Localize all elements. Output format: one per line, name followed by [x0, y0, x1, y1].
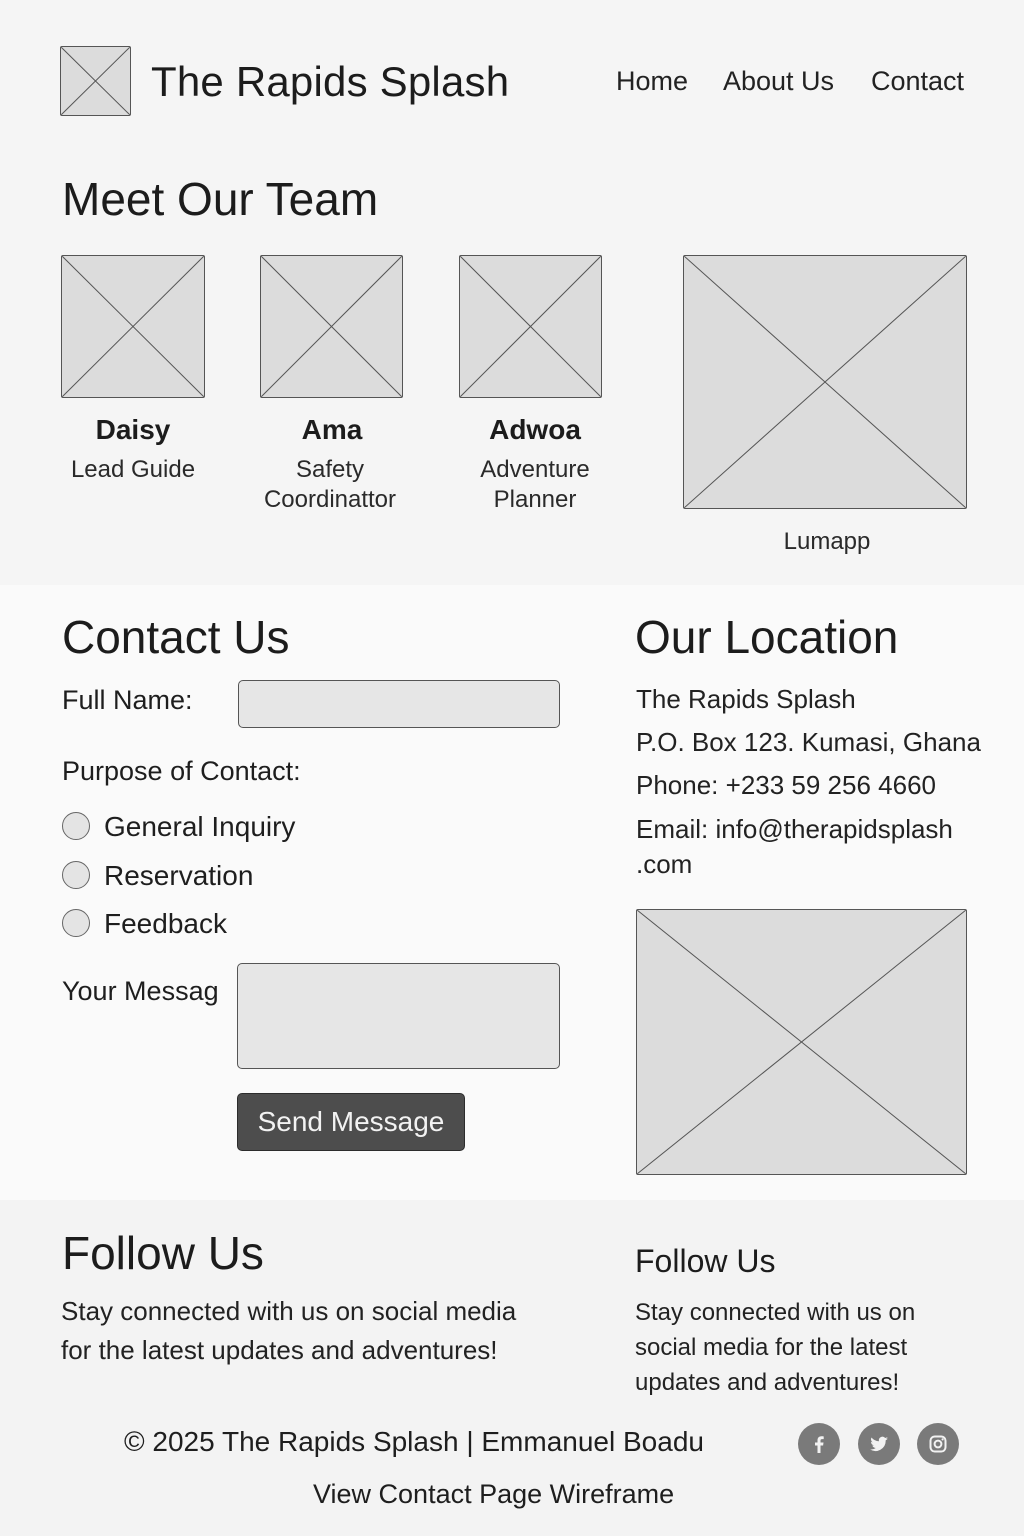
member-name-daisy: Daisy [95, 414, 171, 445]
follow-text-line2: for the latest updates and adventures! [61, 1335, 498, 1365]
send-message-button[interactable]: Send Message [237, 1093, 465, 1151]
radio-feedback[interactable] [62, 909, 90, 937]
twitter-icon[interactable] [858, 1423, 900, 1465]
nav-home[interactable]: Home [616, 66, 688, 97]
radio-label-reservation: Reservation [104, 860, 254, 891]
view-wireframe-link[interactable]: View Contact Page Wireframe [313, 1479, 674, 1510]
logo-image [60, 46, 131, 116]
facebook-icon[interactable] [798, 1423, 840, 1465]
radio-general-inquiry[interactable] [62, 812, 90, 840]
team-photo-daisy [61, 255, 205, 398]
instagram-icon[interactable] [917, 1423, 959, 1465]
member-role-daisy: Lead Guide [70, 456, 196, 483]
nav-contact[interactable]: Contact [871, 66, 964, 97]
contact-heading: Contact Us [62, 611, 290, 663]
radio-label-feedback: Feedback [104, 908, 227, 939]
location-address: P.O. Box 123. Kumasi, Ghana [636, 727, 981, 757]
member-name-adwoa: Adwoa [489, 414, 581, 445]
member-role-ama-line2: Coordinattor [263, 486, 397, 513]
follow-text-line1: Stay connected with us on social media [61, 1296, 517, 1326]
team-photo-adwoa [459, 255, 602, 398]
follow-side-line3: updates and adventures! [635, 1369, 900, 1396]
team-photo-ama [260, 255, 403, 398]
member-role-ama-line1: Safety [295, 456, 365, 483]
map-image [636, 909, 967, 1175]
full-name-input[interactable] [238, 680, 560, 728]
feature-image [683, 255, 967, 509]
radio-label-general-inquiry: General Inquiry [104, 811, 296, 842]
team-heading: Meet Our Team [62, 173, 379, 225]
member-role-adwoa-line1: Adventure [480, 456, 590, 483]
purpose-label: Purpose of Contact: [62, 756, 301, 786]
message-label: Your Messag [62, 976, 219, 1006]
full-name-label: Full Name: [62, 685, 193, 715]
follow-side-heading: Follow Us [635, 1243, 776, 1279]
member-role-adwoa-line2: Planner [493, 486, 577, 513]
radio-reservation[interactable] [62, 861, 90, 889]
location-email-domain: .com [636, 849, 693, 879]
location-phone: Phone: +233 59 256 4660 [636, 770, 937, 800]
message-textarea[interactable] [237, 963, 560, 1069]
copyright-text: © 2025 The Rapids Splash | Emmanuel Boad… [124, 1426, 704, 1457]
member-name-ama: Ama [301, 414, 363, 445]
brand-title: The Rapids Splash [151, 58, 510, 105]
follow-side-line1: Stay connected with us on [635, 1299, 916, 1326]
nav-about-us[interactable]: About Us [723, 66, 834, 97]
location-heading: Our Location [635, 611, 899, 663]
follow-side-line2: social media for the latest [635, 1334, 908, 1361]
feature-caption: Lumapp [783, 528, 871, 555]
follow-heading: Follow Us [62, 1227, 264, 1279]
location-name: The Rapids Splash [636, 684, 856, 714]
location-email: Email: info@therapidsplash [636, 814, 953, 844]
